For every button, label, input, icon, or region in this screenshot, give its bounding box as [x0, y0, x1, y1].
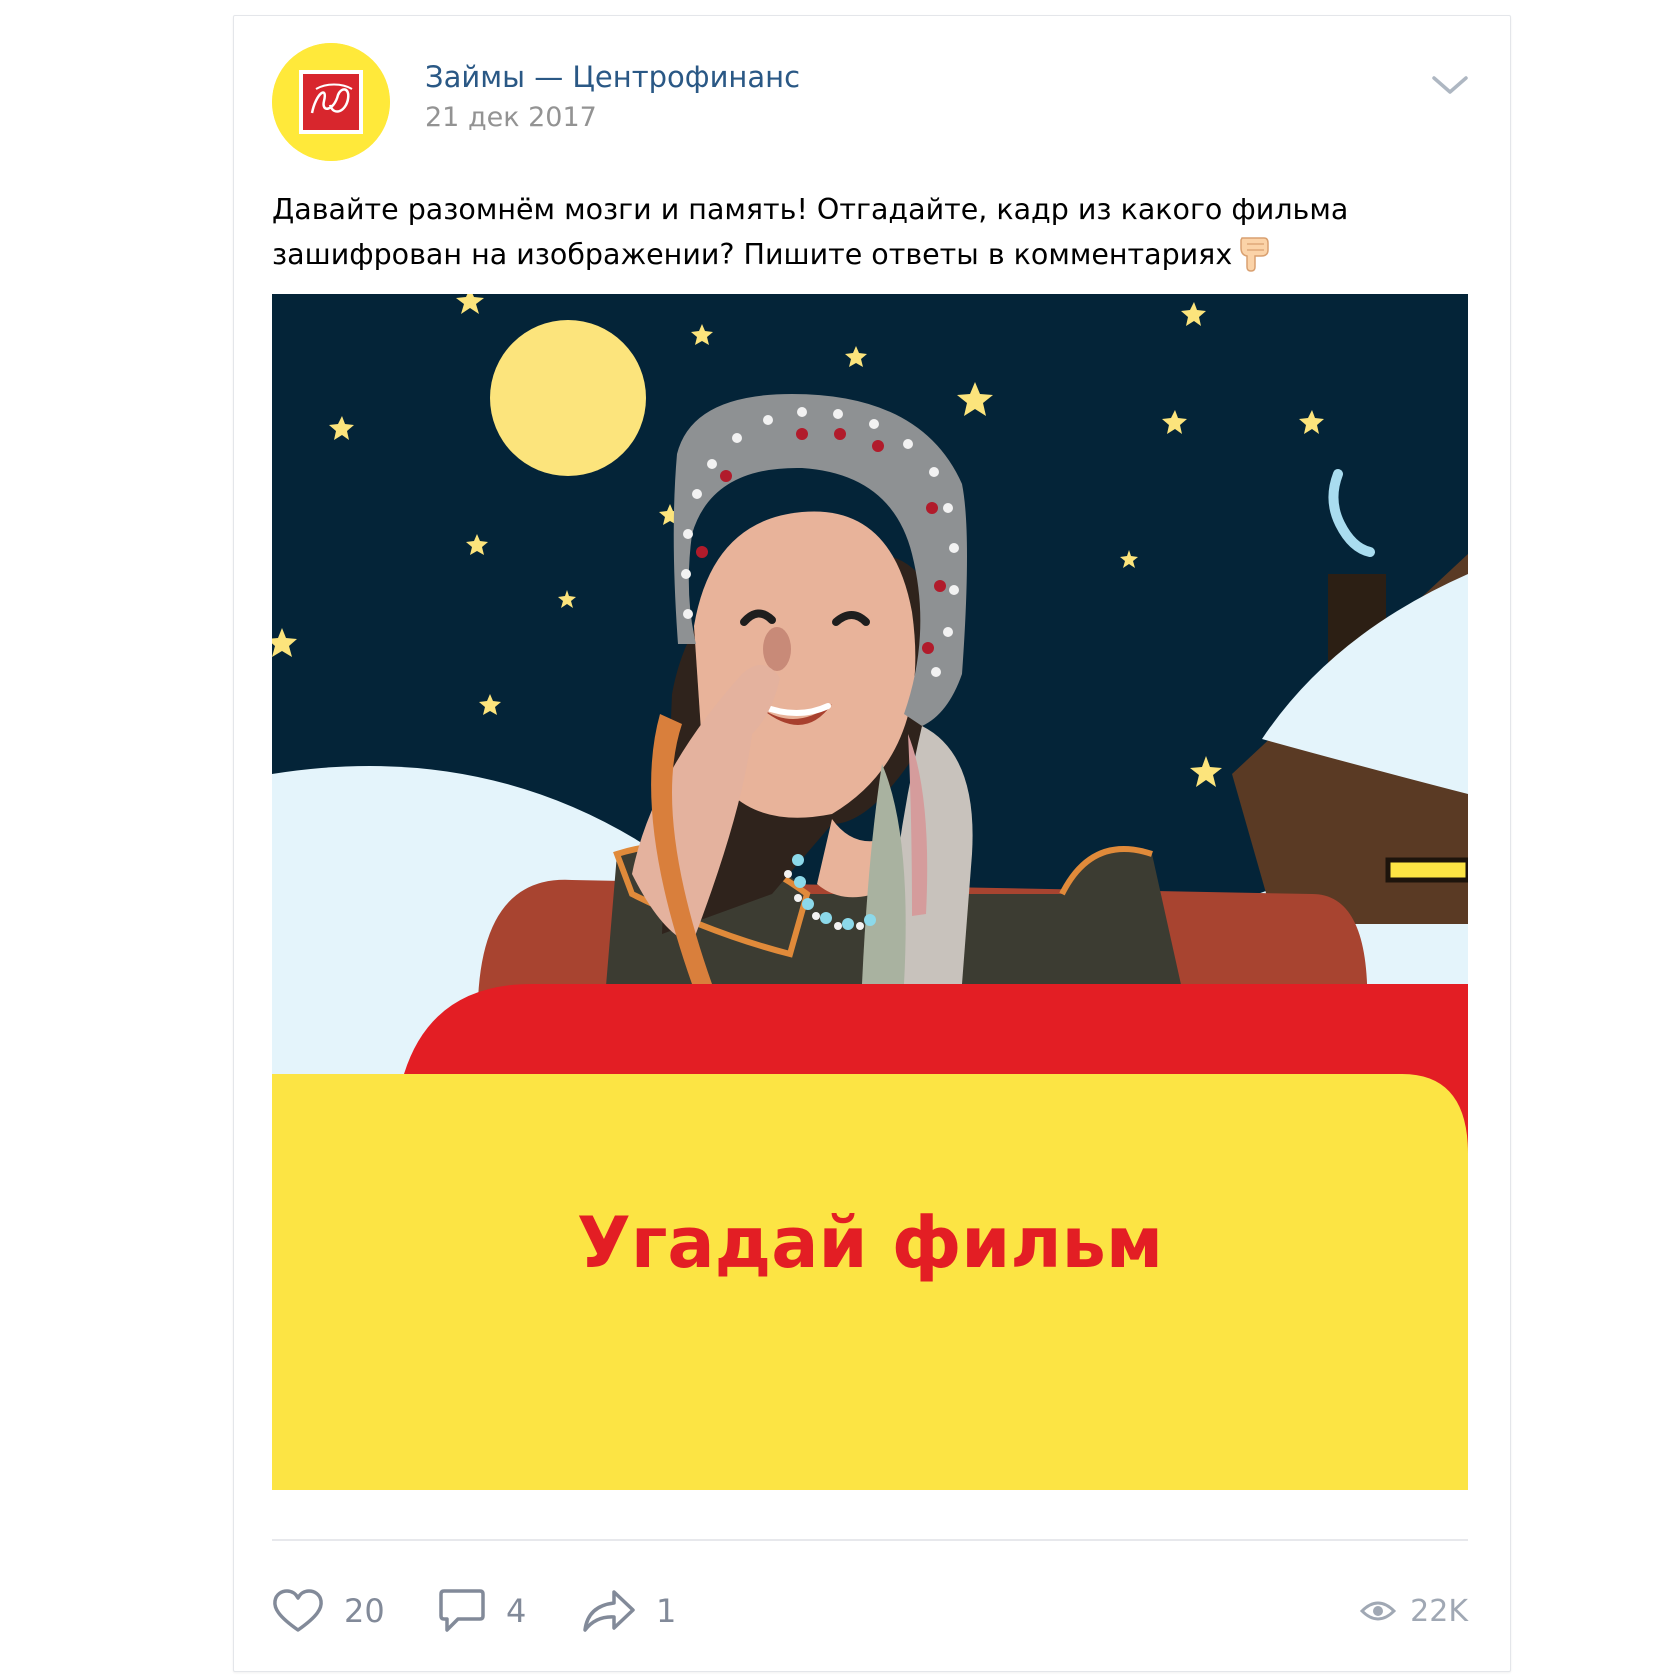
- post-card: Займы — Центрофинанс 21 дек 2017 Давайте…: [233, 15, 1511, 1672]
- author-name-link[interactable]: Займы — Центрофинанс: [425, 60, 800, 94]
- heart-icon: [273, 1589, 323, 1632]
- views-count: 22K: [1410, 1593, 1468, 1629]
- like-count: 20: [344, 1592, 385, 1630]
- views-counter: 22K: [1360, 1581, 1468, 1641]
- share-button[interactable]: 1: [582, 1581, 676, 1641]
- eye-icon: [1360, 1601, 1397, 1621]
- centrofinance-logo-icon: [272, 43, 390, 161]
- chevron-down-icon[interactable]: [1430, 72, 1470, 100]
- share-arrow-icon: [583, 1590, 635, 1632]
- comment-count: 4: [506, 1592, 527, 1630]
- pointing-down-hand-icon: [1240, 237, 1269, 272]
- comment-icon: [439, 1589, 485, 1632]
- image-caption: Угадай фильм: [576, 1202, 1164, 1284]
- author-avatar[interactable]: [272, 43, 390, 161]
- divider: [272, 1539, 1468, 1541]
- share-count: 1: [656, 1592, 677, 1630]
- movie-quiz-illustration: [272, 294, 1468, 1490]
- like-button[interactable]: 20: [272, 1581, 385, 1641]
- post-text: Давайте разомнём мозги и память! Отгадай…: [272, 188, 1472, 277]
- post-text-content: Давайте разомнём мозги и память! Отгадай…: [272, 193, 1349, 271]
- comment-button[interactable]: 4: [438, 1581, 526, 1641]
- post-actions: 20 4 1 22K: [272, 1581, 1468, 1641]
- post-image[interactable]: Угадай фильм: [272, 294, 1468, 1490]
- post-date[interactable]: 21 дек 2017: [425, 102, 597, 133]
